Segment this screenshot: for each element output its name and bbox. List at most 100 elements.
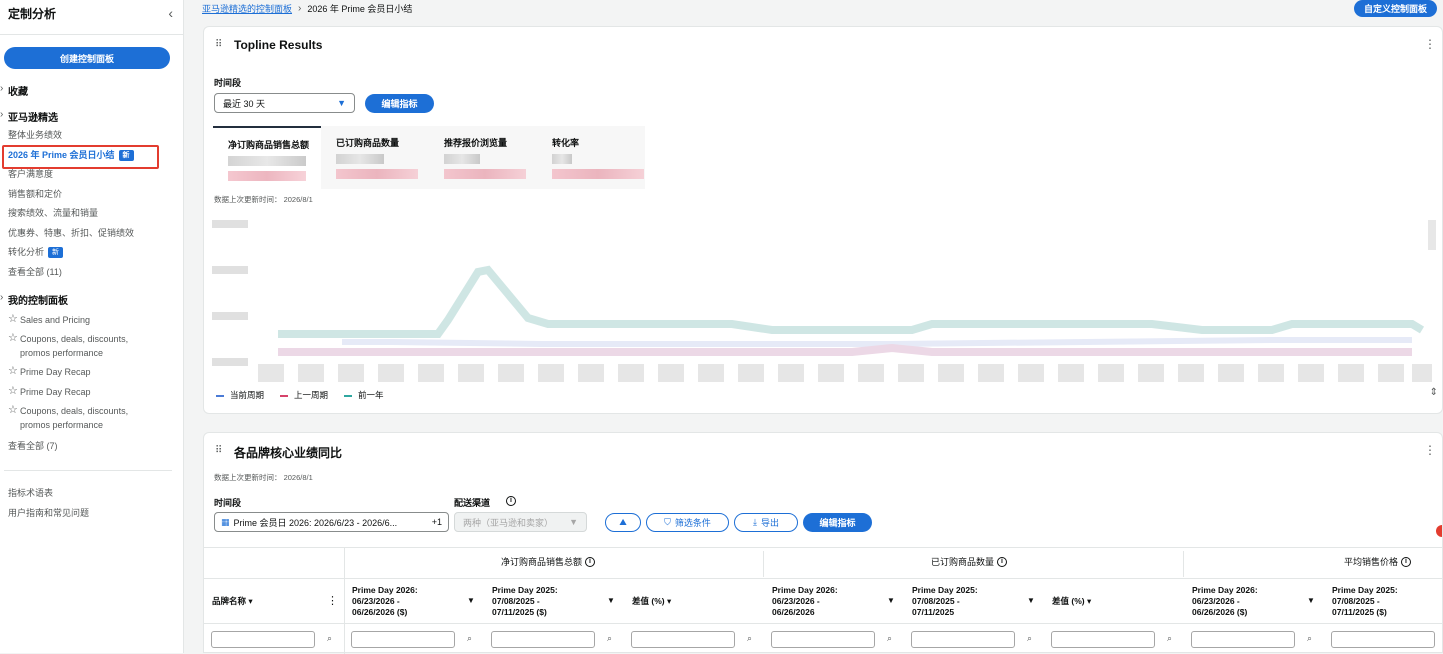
metric-change-redacted: [228, 171, 306, 181]
notification-tab[interactable]: [1436, 525, 1442, 537]
filter-input-brand[interactable]: [211, 631, 315, 648]
sidebar-link-glossary[interactable]: 指标术语表: [0, 484, 184, 504]
search-icon[interactable]: ⌕: [327, 633, 332, 644]
filter-input[interactable]: [1331, 631, 1435, 648]
sidebar-item-business-performance[interactable]: 整体业务绩效: [0, 126, 184, 146]
sort-icon[interactable]: ▼: [1307, 596, 1315, 605]
filter-input[interactable]: [1051, 631, 1155, 648]
sidebar-link-user-guide[interactable]: 用户指南和常见问题: [0, 504, 184, 524]
filter-input[interactable]: [491, 631, 595, 648]
collapse-sidebar-icon[interactable]: ‹: [168, 5, 173, 21]
edit-metrics-button[interactable]: 编辑指标: [803, 513, 872, 532]
column-header[interactable]: Prime Day 2026: 06/23/2026 - 06/26/2026 …: [1192, 585, 1258, 618]
column-header[interactable]: 差值 (%) ▾: [632, 596, 671, 607]
column-header[interactable]: Prime Day 2026: 06/23/2026 - 06/26/2026 …: [352, 585, 418, 618]
chart-settings-button[interactable]: ⛰: [605, 513, 641, 532]
filter-input[interactable]: [631, 631, 735, 648]
column-header[interactable]: Prime Day 2025: 07/08/2025 - 07/11/2025: [912, 585, 978, 618]
search-icon[interactable]: ⌕: [887, 633, 892, 644]
x-tick-redacted: [698, 364, 724, 382]
filter-input[interactable]: [771, 631, 875, 648]
star-icon[interactable]: ☆: [8, 365, 20, 377]
info-icon[interactable]: i: [585, 556, 596, 567]
x-tick-redacted: [458, 364, 484, 382]
period-select-value: Prime 会员日 2026: 2026/6/23 - 2026/6...: [233, 517, 398, 528]
column-header[interactable]: Prime Day 2025: 07/08/2025 - 07/11/2025 …: [1332, 585, 1398, 618]
edit-metrics-button[interactable]: 编辑指标: [365, 94, 434, 113]
sidebar-fav-item[interactable]: ☆ Prime Day Recap: [0, 385, 184, 404]
sidebar-fav-item[interactable]: ☆ Coupons, deals, discounts, promos perfo…: [0, 404, 184, 437]
search-icon[interactable]: ⌕: [747, 633, 752, 644]
metric-tab-featured-offer-views[interactable]: 推荐报价浏览量: [429, 126, 537, 189]
sort-icon[interactable]: ▼: [1027, 596, 1035, 605]
metric-tab-units[interactable]: 已订购商品数量: [321, 126, 429, 189]
export-button[interactable]: ⤓ 导出: [734, 513, 798, 532]
breadcrumb-parent-link[interactable]: 亚马逊精选的控制面板: [202, 2, 292, 15]
column-header[interactable]: Prime Day 2025: 07/08/2025 - 07/11/2025 …: [492, 585, 558, 618]
filter-button[interactable]: ⛉ 筛选条件: [646, 513, 729, 532]
star-icon[interactable]: ☆: [8, 313, 20, 325]
sidebar-item-view-all-my[interactable]: 查看全部 (7): [0, 437, 184, 457]
info-icon[interactable]: i: [1401, 556, 1412, 567]
sort-icon[interactable]: ▼: [607, 596, 615, 605]
info-icon[interactable]: i: [997, 556, 1008, 567]
metric-value-redacted: [444, 154, 480, 164]
sidebar-section-favorites[interactable]: 收藏: [0, 83, 28, 98]
filter-input[interactable]: [911, 631, 1015, 648]
sidebar-item-conversion[interactable]: 转化分析新: [0, 243, 184, 263]
search-icon[interactable]: ⌕: [1307, 633, 1312, 644]
legend-item-prior-year[interactable]: 前一年: [344, 389, 384, 401]
sort-icon[interactable]: ▼: [887, 596, 895, 605]
x-tick-redacted: [1298, 364, 1324, 382]
sidebar-header: 定制分析 ‹: [0, 0, 183, 22]
filter-input[interactable]: [351, 631, 455, 648]
group-header-avg-price: 平均销售价格 i: [1344, 555, 1412, 568]
more-options-icon[interactable]: ⋮: [1424, 37, 1436, 51]
star-icon[interactable]: ☆: [8, 404, 20, 416]
drag-handle-icon[interactable]: ⠿: [215, 445, 222, 456]
sidebar-section-amazon[interactable]: 亚马逊精选: [0, 109, 58, 124]
y-tick-redacted: [212, 312, 248, 320]
dropdown-caret-icon: ▼: [569, 517, 578, 527]
search-icon[interactable]: ⌕: [467, 633, 472, 644]
star-icon[interactable]: ☆: [8, 385, 20, 397]
filter-icon: ⛉: [664, 517, 671, 527]
legend-item-current[interactable]: 当前周期: [216, 389, 264, 401]
search-icon[interactable]: ⌕: [1167, 633, 1172, 644]
sidebar-fav-item[interactable]: ☆ Coupons, deals, discounts, promos perfo…: [0, 332, 184, 365]
x-tick-redacted: [818, 364, 844, 382]
metric-value-redacted: [228, 156, 306, 166]
sort-icon[interactable]: ▼: [467, 596, 475, 605]
star-icon[interactable]: ☆: [8, 332, 20, 344]
more-options-icon[interactable]: ⋮: [1424, 443, 1436, 457]
search-icon[interactable]: ⌕: [1027, 633, 1032, 644]
sidebar-item-coupons-deals[interactable]: 优惠券、特惠、折扣、促销绩效: [0, 224, 184, 244]
metric-tab-net-sales[interactable]: 净订购商品销售总额: [213, 126, 321, 189]
sidebar-item-view-all-amazon[interactable]: 查看全部 (11): [0, 263, 184, 283]
search-icon[interactable]: ⌕: [607, 633, 612, 644]
drag-handle-icon[interactable]: ⠿: [215, 39, 222, 50]
column-menu-icon[interactable]: ⋮: [327, 594, 338, 607]
resize-handle-icon[interactable]: ⇕: [1430, 387, 1438, 398]
sidebar-fav-item[interactable]: ☆ Prime Day Recap: [0, 365, 184, 385]
sidebar-item-search-traffic[interactable]: 搜索绩效、流量和销量: [0, 204, 184, 224]
metric-tab-conversion-rate[interactable]: 转化率: [537, 126, 645, 189]
period-select[interactable]: 最近 30 天 ▼: [214, 93, 355, 113]
selected-item-highlight: [2, 145, 159, 169]
column-header[interactable]: 差值 (%) ▾: [1052, 596, 1091, 607]
period-label: 时间段: [214, 78, 242, 88]
customize-dashboard-button[interactable]: 自定义控制面板: [1353, 0, 1437, 17]
sidebar-section-my-dashboards[interactable]: 我的控制面板: [0, 292, 68, 307]
x-axis-labels-redacted: [258, 364, 1432, 382]
sidebar-item-sales-pricing[interactable]: 销售额和定价: [0, 185, 184, 205]
sidebar-fav-item[interactable]: ☆ Sales and Pricing: [0, 313, 184, 332]
create-dashboard-button[interactable]: 创建控制面板: [4, 47, 170, 69]
column-header-brand[interactable]: 品牌名称 ▾: [212, 596, 253, 607]
breadcrumb-current: 2026 年 Prime 会员日小结: [307, 3, 413, 14]
period-select[interactable]: ▦ Prime 会员日 2026: 2026/6/23 - 2026/6... …: [214, 512, 449, 532]
filter-input[interactable]: [1191, 631, 1295, 648]
legend-item-previous[interactable]: 上一周期: [280, 389, 328, 401]
column-header[interactable]: Prime Day 2026: 06/23/2026 - 06/26/2026: [772, 585, 838, 618]
y-tick-redacted: [212, 220, 248, 228]
info-icon[interactable]: i: [506, 496, 516, 506]
